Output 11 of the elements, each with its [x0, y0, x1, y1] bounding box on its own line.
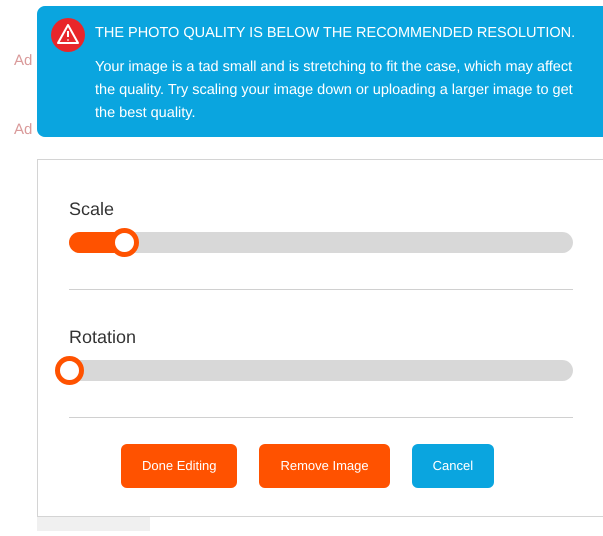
- action-button[interactable]: Cancel: [412, 444, 494, 488]
- action-button[interactable]: Done Editing: [121, 444, 238, 488]
- warning-message: Your image is a tad small and is stretching to fit the case, which may affect the quality. Try scaling your image down or uploading a larger image to get the best quality.: [95, 58, 574, 123]
- warning-title: THE PHOTO QUALITY IS BELOW THE RECOMMENDED RESOLUTION.: [95, 24, 576, 42]
- action-button[interactable]: Remove Image: [259, 444, 390, 488]
- slider-label: Rotation: [69, 326, 138, 348]
- slider-thumb[interactable]: [55, 356, 84, 385]
- faded-label: Ad: [13, 120, 34, 140]
- faded-label: Ad: [13, 51, 34, 71]
- slider-label: Scale: [69, 198, 116, 220]
- warning-icon: [51, 18, 85, 52]
